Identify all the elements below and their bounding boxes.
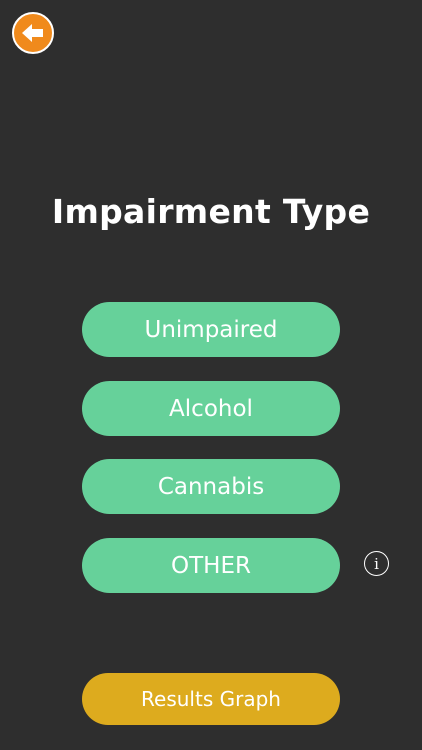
alcohol-button[interactable]: Alcohol xyxy=(82,381,340,436)
other-button[interactable]: OTHER xyxy=(82,538,340,593)
results-graph-button[interactable]: Results Graph xyxy=(82,673,340,725)
page-title: Impairment Type xyxy=(51,192,371,231)
arrow-left-icon xyxy=(22,24,43,42)
info-glyph: i xyxy=(374,554,379,573)
unimpaired-button[interactable]: Unimpaired xyxy=(82,302,340,357)
back-button[interactable] xyxy=(12,12,54,54)
cannabis-button[interactable]: Cannabis xyxy=(82,459,340,514)
info-icon[interactable]: i xyxy=(364,551,389,576)
impairment-type-screen: Impairment Type Unimpaired Alcohol Canna… xyxy=(0,0,422,750)
